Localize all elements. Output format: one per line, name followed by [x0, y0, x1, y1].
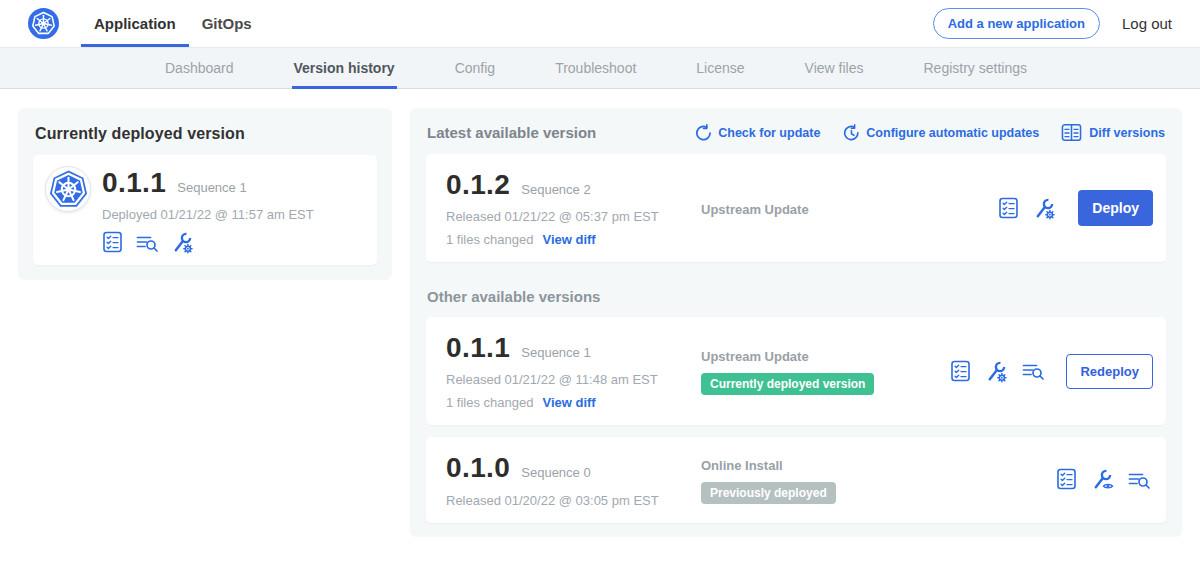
sequence-label: Sequence 0: [521, 465, 590, 480]
view-diff-link[interactable]: View diff: [542, 395, 595, 410]
deployed-timestamp: Deployed 01/21/22 @ 11:57 am EST: [102, 207, 314, 222]
diff-versions-label: Diff versions: [1089, 126, 1165, 140]
app-logo: [28, 0, 59, 47]
view-diff-link[interactable]: View diff: [542, 232, 595, 247]
version-card-0-1-2: 0.1.2 Sequence 2 Released 01/21/22 @ 05:…: [426, 154, 1166, 262]
currently-deployed-badge: Currently deployed version: [701, 373, 874, 395]
sequence-label: Sequence 2: [521, 182, 590, 197]
subnav-registry-settings[interactable]: Registry settings: [923, 48, 1026, 88]
version-card-0-1-1: 0.1.1 Sequence 1 Released 01/21/22 @ 11:…: [426, 317, 1166, 425]
version-number: 0.1.0: [446, 452, 510, 484]
top-tabs: Application GitOps: [81, 0, 265, 47]
tab-application-label: Application: [94, 15, 176, 32]
subnav-troubleshoot[interactable]: Troubleshoot: [555, 48, 636, 88]
latest-version-title: Latest available version: [427, 124, 596, 141]
redeploy-button[interactable]: Redeploy: [1066, 354, 1153, 389]
released-timestamp: Released 01/21/22 @ 05:37 pm EST: [446, 209, 701, 224]
config-icon[interactable]: [171, 231, 194, 254]
view-files-icon[interactable]: [136, 233, 158, 253]
app-icon-badge: [45, 166, 91, 212]
files-changed-label: 1 files changed: [446, 232, 533, 247]
files-changed-label: 1 files changed: [446, 395, 533, 410]
released-timestamp: Released 01/20/22 @ 03:05 pm EST: [446, 493, 701, 508]
view-files-icon[interactable]: [1128, 470, 1150, 490]
version-number: 0.1.1: [446, 332, 510, 364]
configure-updates-link[interactable]: Configure automatic updates: [842, 124, 1039, 141]
check-for-update-link[interactable]: Check for update: [694, 124, 820, 141]
add-application-button[interactable]: Add a new application: [933, 8, 1100, 39]
currently-deployed-panel: Currently deployed version 0.1.1 Sequenc…: [18, 108, 392, 280]
config-icon[interactable]: [1033, 197, 1056, 220]
version-number: 0.1.2: [446, 169, 510, 201]
other-versions-title: Other available versions: [427, 288, 1166, 305]
logout-link[interactable]: Log out: [1122, 15, 1172, 32]
subnav-version-history[interactable]: Version history: [294, 48, 395, 88]
tab-gitops-label: GitOps: [202, 15, 252, 32]
released-timestamp: Released 01/21/22 @ 11:48 am EST: [446, 372, 701, 387]
deployed-version-number: 0.1.1: [102, 167, 166, 199]
version-source: Online Install: [701, 458, 1056, 473]
deployed-panel-title: Currently deployed version: [33, 121, 377, 143]
check-for-update-label: Check for update: [718, 126, 820, 140]
version-card-0-1-0: 0.1.0 Sequence 0 Released 01/20/22 @ 03:…: [426, 437, 1166, 522]
version-source: Upstream Update: [701, 349, 950, 364]
refresh-icon: [694, 124, 711, 141]
diff-versions-link[interactable]: Diff versions: [1061, 123, 1165, 142]
kubernetes-logo-icon: [28, 8, 59, 39]
subnav-dashboard[interactable]: Dashboard: [165, 48, 234, 88]
config-icon[interactable]: [985, 360, 1008, 383]
kubernetes-logo-icon: [48, 169, 89, 210]
release-notes-icon[interactable]: [1056, 468, 1077, 491]
view-files-icon[interactable]: [1022, 361, 1044, 381]
release-notes-icon[interactable]: [998, 197, 1019, 220]
version-source: Upstream Update: [701, 202, 998, 217]
config-icon[interactable]: [1091, 468, 1114, 491]
deployed-version-card: 0.1.1 Sequence 1 Deployed 01/21/22 @ 11:…: [33, 155, 377, 265]
top-header: Application GitOps Add a new application…: [0, 0, 1200, 47]
tab-gitops[interactable]: GitOps: [189, 0, 265, 47]
tab-application[interactable]: Application: [81, 0, 189, 47]
diff-icon: [1061, 123, 1082, 142]
version-history-panel: Latest available version Check for updat…: [410, 108, 1182, 537]
configure-updates-label: Configure automatic updates: [866, 126, 1039, 140]
previously-deployed-badge: Previously deployed: [701, 482, 836, 504]
subnav-config[interactable]: Config: [455, 48, 495, 88]
subnav-license[interactable]: License: [696, 48, 744, 88]
deploy-button[interactable]: Deploy: [1078, 190, 1153, 226]
release-notes-icon[interactable]: [950, 360, 971, 383]
app-subnav: Dashboard Version history Config Trouble…: [0, 47, 1200, 89]
deployed-sequence: Sequence 1: [177, 180, 246, 195]
release-notes-icon[interactable]: [102, 231, 123, 254]
subnav-view-files[interactable]: View files: [805, 48, 864, 88]
sequence-label: Sequence 1: [521, 345, 590, 360]
auto-update-icon: [842, 124, 859, 141]
